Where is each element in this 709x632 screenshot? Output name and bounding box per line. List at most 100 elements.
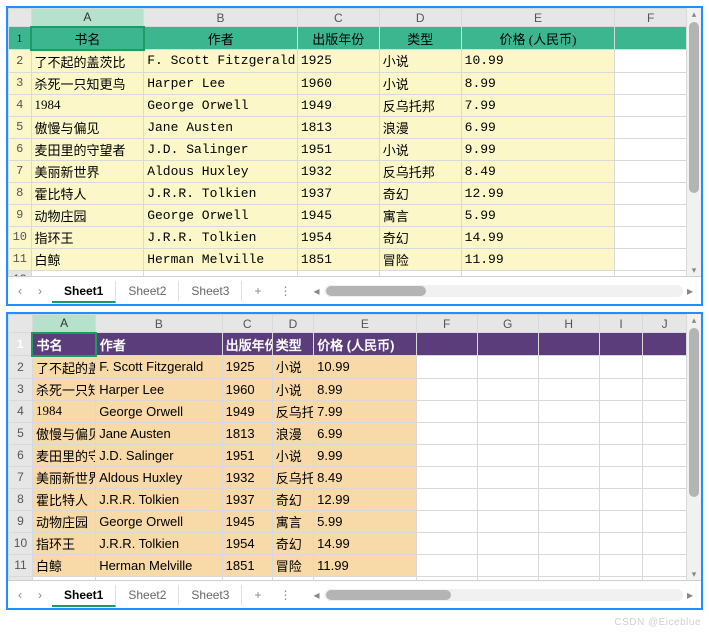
cell[interactable]: 白鲸	[32, 554, 95, 576]
cell[interactable]: 9.99	[461, 138, 615, 160]
scroll-right-icon[interactable]: ▸	[683, 588, 697, 602]
cell[interactable]: 美丽新世界	[32, 466, 95, 488]
row-header[interactable]: 7	[9, 466, 33, 488]
header-cell[interactable]	[416, 333, 477, 356]
cell[interactable]: 8.49	[314, 466, 416, 488]
cell[interactable]: 奇幻	[272, 488, 313, 510]
cell[interactable]: 14.99	[314, 532, 416, 554]
column-header[interactable]: D	[272, 315, 313, 333]
cell[interactable]: 1851	[297, 248, 379, 270]
cell[interactable]	[615, 72, 687, 94]
cell[interactable]	[643, 444, 687, 466]
sheet-tab[interactable]: Sheet2	[116, 281, 179, 301]
cell[interactable]: 小说	[379, 72, 461, 94]
cell[interactable]	[477, 356, 538, 379]
column-header[interactable]: B	[96, 315, 222, 333]
tab-nav-prev-icon[interactable]: ‹	[12, 586, 28, 604]
hscroll-track[interactable]	[324, 589, 683, 601]
column-header[interactable]: H	[538, 315, 599, 333]
cell[interactable]: 麦田里的守望者	[31, 138, 144, 160]
cell[interactable]: 冒险	[272, 554, 313, 576]
cell[interactable]: 8.99	[314, 378, 416, 400]
cell[interactable]: 浪漫	[272, 422, 313, 444]
cell[interactable]: 12.99	[314, 488, 416, 510]
cell[interactable]: 反乌托邦	[272, 466, 313, 488]
cell[interactable]	[643, 466, 687, 488]
cell[interactable]	[477, 466, 538, 488]
cell[interactable]: 1932	[297, 160, 379, 182]
cell[interactable]	[643, 356, 687, 379]
cell[interactable]	[416, 444, 477, 466]
cell[interactable]: 1954	[222, 532, 272, 554]
cell[interactable]	[416, 356, 477, 379]
cell[interactable]: Aldous Huxley	[144, 160, 298, 182]
cell[interactable]: J.D. Salinger	[144, 138, 298, 160]
vertical-scrollbar[interactable]: ▴ ▾	[687, 8, 701, 276]
cell[interactable]: 1945	[222, 510, 272, 532]
cell[interactable]	[416, 422, 477, 444]
cell[interactable]	[538, 422, 599, 444]
cell[interactable]	[416, 532, 477, 554]
vscroll-thumb[interactable]	[689, 328, 699, 497]
cell[interactable]	[599, 356, 643, 379]
cell[interactable]: J.D. Salinger	[96, 444, 222, 466]
cell[interactable]: 傲慢与偏见	[31, 116, 144, 138]
cell[interactable]: 1925	[222, 356, 272, 379]
sheet-tab[interactable]: Sheet1	[52, 281, 116, 303]
cell[interactable]: 10.99	[314, 356, 416, 379]
cell[interactable]	[643, 554, 687, 576]
cell[interactable]: 傲慢与偏见	[32, 422, 95, 444]
cell[interactable]: 9.99	[314, 444, 416, 466]
cell[interactable]: 反乌托邦	[379, 94, 461, 116]
row-header[interactable]: 9	[9, 510, 33, 532]
header-cell[interactable]	[615, 27, 687, 50]
cell[interactable]: 奇幻	[272, 532, 313, 554]
cell[interactable]	[599, 488, 643, 510]
header-cell[interactable]	[538, 333, 599, 356]
cell[interactable]: 了不起的盖茨比	[32, 356, 95, 379]
scroll-left-icon[interactable]: ◂	[309, 284, 323, 298]
cell[interactable]: 1813	[222, 422, 272, 444]
cell[interactable]: George Orwell	[96, 400, 222, 422]
cell[interactable]: 动物庄园	[31, 204, 144, 226]
column-header[interactable]: A	[32, 315, 95, 333]
horizontal-scrollbar[interactable]: ◂ ▸	[309, 284, 697, 298]
cell[interactable]: 反乌托邦	[379, 160, 461, 182]
select-all-corner[interactable]	[9, 9, 32, 27]
sheet-menu-icon[interactable]: ⋮	[273, 586, 297, 604]
cell[interactable]: 1937	[222, 488, 272, 510]
scroll-up-icon[interactable]: ▴	[692, 8, 697, 20]
cell[interactable]: 10.99	[461, 50, 615, 73]
cell[interactable]: 1951	[297, 138, 379, 160]
cell[interactable]: Harper Lee	[96, 378, 222, 400]
row-header[interactable]: 5	[9, 422, 33, 444]
cell[interactable]	[416, 488, 477, 510]
hscroll-track[interactable]	[324, 285, 683, 297]
cell[interactable]	[615, 116, 687, 138]
cell[interactable]: 白鲸	[31, 248, 144, 270]
cell[interactable]: 1851	[222, 554, 272, 576]
hscroll-thumb[interactable]	[326, 590, 452, 600]
cell[interactable]: 麦田里的守望者	[32, 444, 95, 466]
column-header[interactable]: G	[477, 315, 538, 333]
cell[interactable]: 小说	[379, 50, 461, 73]
cell[interactable]: 指环王	[32, 532, 95, 554]
cell[interactable]	[477, 444, 538, 466]
header-cell[interactable]	[477, 333, 538, 356]
cell[interactable]: 1813	[297, 116, 379, 138]
cell[interactable]: 寓言	[379, 204, 461, 226]
cell[interactable]	[477, 532, 538, 554]
cell[interactable]	[643, 510, 687, 532]
row-header[interactable]: 5	[9, 116, 32, 138]
cell[interactable]	[615, 204, 687, 226]
vertical-scrollbar[interactable]: ▴ ▾	[687, 314, 701, 580]
cell[interactable]	[643, 488, 687, 510]
header-cell[interactable]: 出版年份	[297, 27, 379, 50]
cell[interactable]	[599, 510, 643, 532]
column-header[interactable]: C	[297, 9, 379, 27]
header-cell[interactable]: 作者	[144, 27, 298, 50]
cell[interactable]: 1954	[297, 226, 379, 248]
cell[interactable]	[615, 138, 687, 160]
cell[interactable]: 1945	[297, 204, 379, 226]
vscroll-track[interactable]	[688, 326, 700, 568]
